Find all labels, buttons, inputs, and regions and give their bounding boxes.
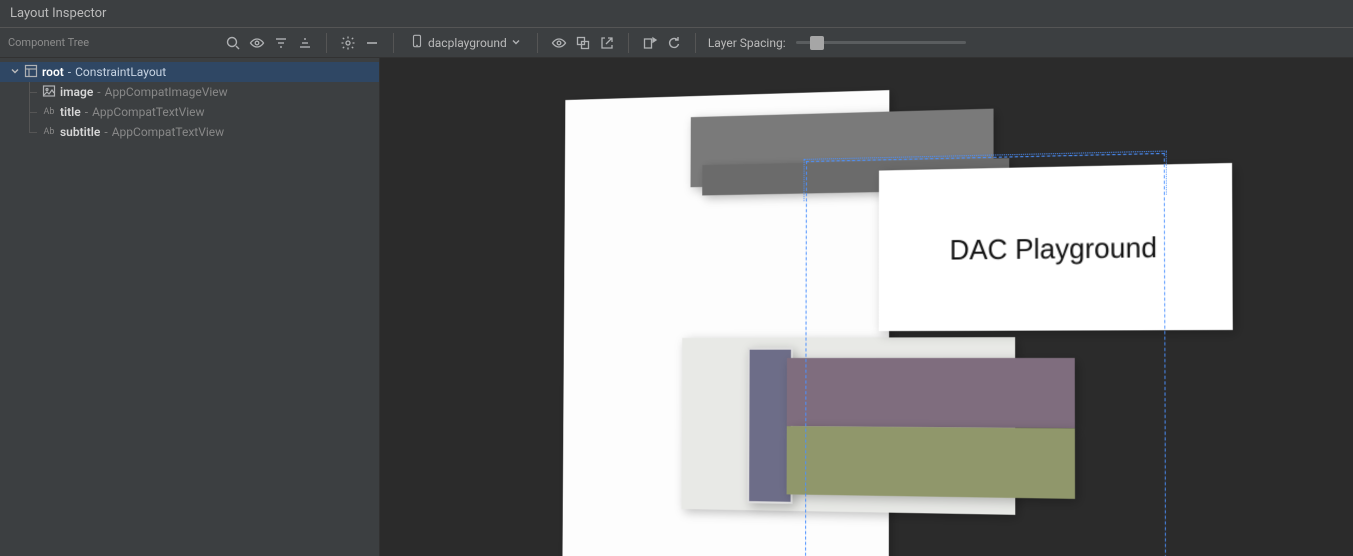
window-title: Layout Inspector [10, 6, 106, 21]
process-selector[interactable]: dacplayground [404, 32, 527, 54]
process-name: dacplayground [428, 36, 507, 50]
layer-spacing-slider[interactable] [796, 33, 966, 53]
node-name: image [60, 85, 93, 99]
collapse-icon[interactable] [270, 32, 292, 54]
tree-node-root[interactable]: root - ConstraintLayout [0, 62, 379, 82]
layer-spacing-label: Layer Spacing: [706, 36, 792, 50]
tree-node-image[interactable]: image - AppCompatImageView [0, 82, 379, 102]
node-name: subtitle [60, 125, 100, 139]
node-type: AppCompatTextView [112, 125, 224, 139]
overlay-icon[interactable] [572, 32, 594, 54]
node-name: root [42, 65, 64, 79]
tree-guide [20, 82, 38, 102]
tree-guide [20, 122, 38, 142]
layer-purple[interactable] [787, 358, 1075, 428]
layout-canvas[interactable]: DAC Playground [380, 58, 1353, 556]
eye-icon[interactable] [246, 32, 268, 54]
minimize-icon[interactable] [361, 32, 383, 54]
visibility-icon[interactable] [548, 32, 570, 54]
component-tree[interactable]: root - ConstraintLayoutimage - AppCompat… [0, 58, 379, 146]
popout-icon[interactable] [596, 32, 618, 54]
layer-title[interactable]: DAC Playground [879, 163, 1233, 331]
tree-node-subtitle[interactable]: Absubtitle - AppCompatTextView [0, 122, 379, 142]
text-icon: Ab [42, 107, 56, 117]
expand-icon[interactable] [294, 32, 316, 54]
device-icon [410, 34, 424, 51]
tree-node-title[interactable]: Abtitle - AppCompatTextView [0, 102, 379, 122]
refresh-icon[interactable] [663, 32, 685, 54]
layout-icon [24, 64, 38, 81]
node-type: AppCompatImageView [105, 85, 228, 99]
component-tree-panel: root - ConstraintLayoutimage - AppCompat… [0, 58, 380, 556]
slider-thumb[interactable] [810, 36, 824, 50]
title-bar: Layout Inspector [0, 0, 1353, 28]
text-icon: Ab [42, 127, 56, 137]
chevron-down-icon[interactable] [10, 65, 20, 79]
toolbar: Component Tree [0, 28, 1353, 58]
node-type: ConstraintLayout [75, 65, 166, 79]
gear-icon[interactable] [337, 32, 359, 54]
live-updates-icon[interactable] [639, 32, 661, 54]
preview-title-text: DAC Playground [950, 230, 1157, 266]
search-icon[interactable] [222, 32, 244, 54]
image-icon [42, 84, 56, 101]
panel-label: Component Tree [0, 36, 218, 49]
chevron-down-icon [511, 36, 521, 50]
tree-guide [20, 102, 38, 122]
node-name: title [60, 105, 81, 119]
node-type: AppCompatTextView [92, 105, 204, 119]
layer-green[interactable] [787, 426, 1075, 499]
